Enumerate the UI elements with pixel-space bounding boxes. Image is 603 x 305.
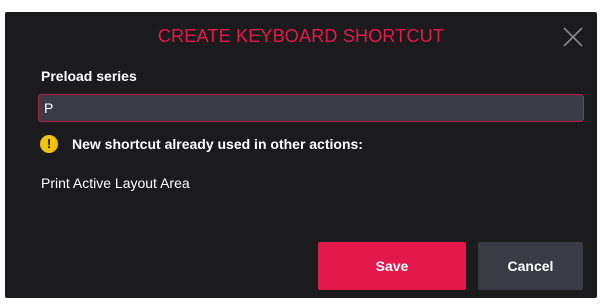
create-shortcut-dialog: CREATE KEYBOARD SHORTCUT Preload series …	[5, 12, 597, 298]
dialog-title: CREATE KEYBOARD SHORTCUT	[157, 26, 445, 46]
warning-text: New shortcut already used in other actio…	[72, 136, 363, 152]
save-button[interactable]: Save	[318, 242, 466, 290]
field-label: Preload series	[41, 68, 137, 84]
shortcut-input[interactable]	[38, 94, 584, 122]
warning-row: ! New shortcut already used in other act…	[40, 135, 363, 153]
cancel-button[interactable]: Cancel	[478, 242, 583, 290]
close-icon[interactable]	[562, 26, 584, 48]
conflicting-action: Print Active Layout Area	[41, 175, 190, 191]
warning-icon: !	[40, 135, 58, 153]
